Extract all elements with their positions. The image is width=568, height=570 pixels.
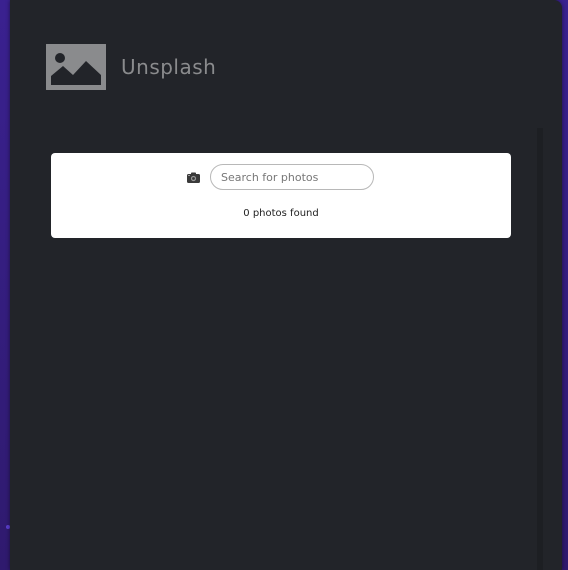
search-card: 0 photos found [51,153,511,238]
app-window: Unsplash 0 photos found [10,0,562,570]
image-icon [46,44,106,90]
camera-icon [187,172,200,183]
vertical-scrollbar[interactable] [537,128,543,570]
app-title: Unsplash [121,55,217,79]
search-row [187,164,374,190]
search-input[interactable] [210,164,374,190]
result-count: 0 photos found [243,208,319,219]
app-header: Unsplash [46,44,216,90]
